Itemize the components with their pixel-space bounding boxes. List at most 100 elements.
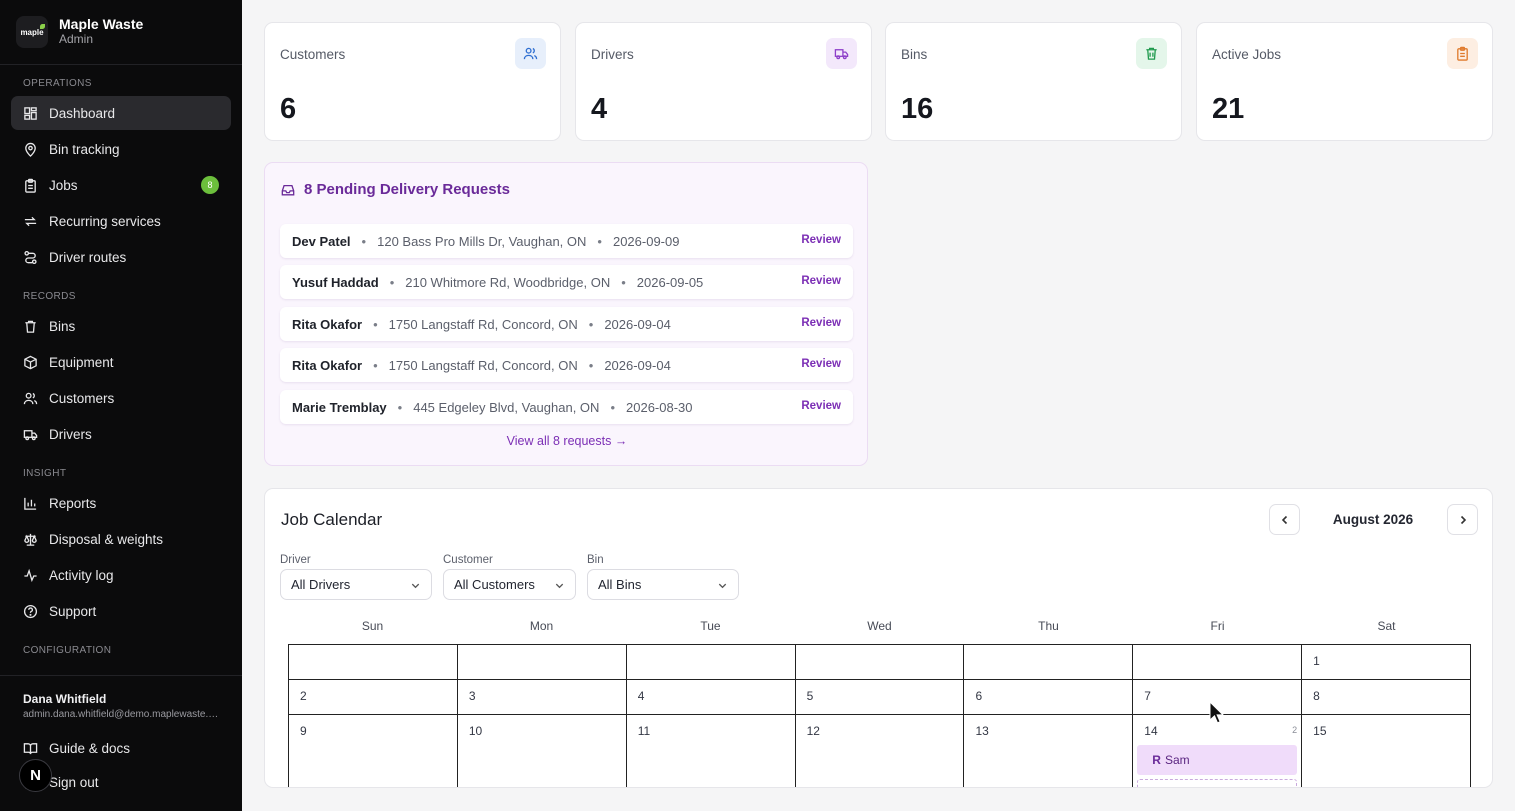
- calendar-week: 1: [289, 645, 1472, 680]
- day-cell[interactable]: 4: [626, 680, 796, 715]
- sidebar-item-label: Equipment: [49, 354, 114, 370]
- day-cell[interactable]: 8: [1302, 680, 1472, 715]
- view-all-requests-link[interactable]: View all 8 requests →: [265, 434, 869, 448]
- weekday-label: Mon: [529, 619, 554, 633]
- review-link[interactable]: Review: [801, 400, 841, 412]
- brand[interactable]: maple Maple Waste Admin: [16, 16, 143, 48]
- sidebar-divider: [0, 64, 242, 65]
- stat-card-active-jobs[interactable]: Active Jobs 21: [1196, 22, 1493, 141]
- stat-card-customers[interactable]: Customers 6: [264, 22, 561, 141]
- clipboard-icon: [1447, 38, 1478, 69]
- day-cell[interactable]: 15: [1302, 715, 1472, 787]
- calendar-event[interactable]: R Sam: [1137, 745, 1298, 775]
- user-email: admin.dana.whitfield@demo.maplewaste.com: [23, 709, 223, 720]
- request-row[interactable]: Marie Tremblay • 445 Edgeley Blvd, Vaugha…: [280, 390, 853, 424]
- sidebar-item-activity-log[interactable]: Activity log: [11, 558, 231, 592]
- calendar-title: Job Calendar: [281, 510, 383, 529]
- day-cell[interactable]: 5: [795, 680, 965, 715]
- sidebar-item-dashboard[interactable]: Dashboard: [11, 96, 231, 130]
- request-row[interactable]: Yusuf Haddad • 210 Whitmore Rd, Woodbridg…: [280, 265, 853, 299]
- sidebar-item-label: Driver routes: [49, 249, 127, 265]
- request-row[interactable]: Rita Okafor • 1750 Langstaff Rd, Concord,…: [280, 307, 853, 341]
- section-label-records: RECORDS: [23, 291, 76, 302]
- sidebar-item-label: Activity log: [49, 567, 114, 583]
- day-cell[interactable]: 2: [289, 680, 458, 715]
- stat-card-bins[interactable]: Bins 16: [885, 22, 1182, 141]
- guide-docs-link[interactable]: Guide & docs: [11, 731, 231, 765]
- calendar-event-pending[interactable]: [1137, 779, 1298, 787]
- chevron-down-icon: [411, 583, 420, 589]
- chevron-down-icon: [718, 583, 727, 589]
- day-cell[interactable]: 11: [627, 715, 796, 787]
- sidebar-item-drivers[interactable]: Drivers: [11, 417, 231, 451]
- sidebar-item-bins[interactable]: Bins: [11, 309, 231, 343]
- calendar-week: 2 3 4 5 6 7 8: [289, 680, 1472, 715]
- review-link[interactable]: Review: [801, 234, 841, 246]
- next-month-button[interactable]: [1447, 504, 1478, 535]
- stat-value: 4: [591, 93, 608, 125]
- day-cell[interactable]: 9: [289, 715, 458, 787]
- truck-icon: [826, 38, 857, 69]
- day-cell[interactable]: [795, 645, 965, 680]
- request-date: 2026-09-04: [604, 316, 671, 332]
- day-cell[interactable]: [289, 645, 458, 680]
- sidebar-item-equipment[interactable]: Equipment: [11, 345, 231, 379]
- weekday-header: Sun Mon Tue Wed Thu Fri Sat: [288, 619, 1471, 644]
- section-label-insight: INSIGHT: [23, 468, 67, 479]
- scale-icon: [24, 533, 37, 546]
- filter-label: Customer: [443, 554, 493, 566]
- sidebar-item-recurring-services[interactable]: Recurring services: [11, 204, 231, 238]
- sidebar: maple Maple Waste Admin OPERATIONS Dashb…: [0, 0, 242, 811]
- request-address: 1750 Langstaff Rd, Concord, ON: [388, 316, 578, 332]
- day-cell[interactable]: 10: [458, 715, 627, 787]
- sidebar-item-jobs[interactable]: Jobs 8: [11, 168, 231, 202]
- sidebar-item-label: Reports: [49, 495, 97, 511]
- map-pin-icon: [25, 142, 36, 157]
- job-calendar: Job Calendar August 2026 Driver All Driv…: [264, 488, 1493, 788]
- sidebar-item-disposal-weights[interactable]: Disposal & weights: [11, 522, 231, 556]
- day-cell[interactable]: 12: [796, 715, 965, 787]
- request-row[interactable]: Rita Okafor • 1750 Langstaff Rd, Concord,…: [280, 348, 853, 382]
- day-cell[interactable]: [457, 645, 627, 680]
- event-type-badge: R: [1152, 753, 1161, 767]
- request-name: Rita Okafor: [292, 357, 363, 373]
- prev-month-button[interactable]: [1269, 504, 1300, 535]
- stat-card-drivers[interactable]: Drivers 4: [575, 22, 872, 141]
- day-cell[interactable]: 14 2 R Sam: [1133, 715, 1303, 787]
- bin-select[interactable]: All Bins: [587, 569, 739, 600]
- review-link[interactable]: Review: [801, 317, 841, 329]
- request-name: Rita Okafor: [292, 316, 363, 332]
- day-cell[interactable]: [626, 645, 796, 680]
- request-row[interactable]: Dev Patel • 120 Bass Pro Mills Dr, Vaugha…: [280, 224, 853, 258]
- bar-chart-icon: [24, 497, 37, 510]
- sidebar-item-customers[interactable]: Customers: [11, 381, 231, 415]
- day-cell[interactable]: [964, 645, 1134, 680]
- customer-select[interactable]: All Customers: [443, 569, 576, 600]
- n-avatar-badge[interactable]: N: [19, 759, 52, 792]
- month-label: August 2026: [1332, 512, 1414, 527]
- stat-label: Active Jobs: [1212, 47, 1282, 62]
- day-cell[interactable]: 3: [457, 680, 627, 715]
- section-label-configuration: CONFIGURATION: [23, 645, 112, 656]
- driver-select[interactable]: All Drivers: [280, 569, 432, 600]
- sidebar-item-bin-tracking[interactable]: Bin tracking: [11, 132, 231, 166]
- event-label: Sam: [1164, 753, 1190, 767]
- day-cell[interactable]: [1133, 645, 1303, 680]
- repeat-icon: [24, 216, 37, 226]
- pending-requests-panel: 8 Pending Delivery Requests Dev Patel • 1…: [264, 162, 868, 466]
- request-name: Marie Tremblay: [292, 399, 387, 415]
- chevron-left-icon: [1281, 515, 1287, 524]
- chevron-right-icon: [1460, 515, 1466, 524]
- review-link[interactable]: Review: [801, 275, 841, 287]
- review-link[interactable]: Review: [801, 358, 841, 370]
- day-cell[interactable]: 13: [964, 715, 1134, 787]
- stat-value: 6: [280, 93, 297, 125]
- sidebar-item-reports[interactable]: Reports: [11, 486, 231, 520]
- sidebar-item-support[interactable]: Support: [11, 594, 231, 628]
- day-cell[interactable]: 6: [964, 680, 1134, 715]
- sidebar-item-label: Drivers: [49, 426, 92, 442]
- day-cell[interactable]: 1: [1302, 645, 1472, 680]
- calendar-weeks: 1 2 3 4 5 6 7 8 9 10 11 12 13 14 2 R Sam…: [288, 644, 1472, 787]
- sidebar-item-driver-routes[interactable]: Driver routes: [11, 240, 231, 274]
- calendar-week: 9 10 11 12 13 14 2 R Sam 15: [289, 715, 1472, 787]
